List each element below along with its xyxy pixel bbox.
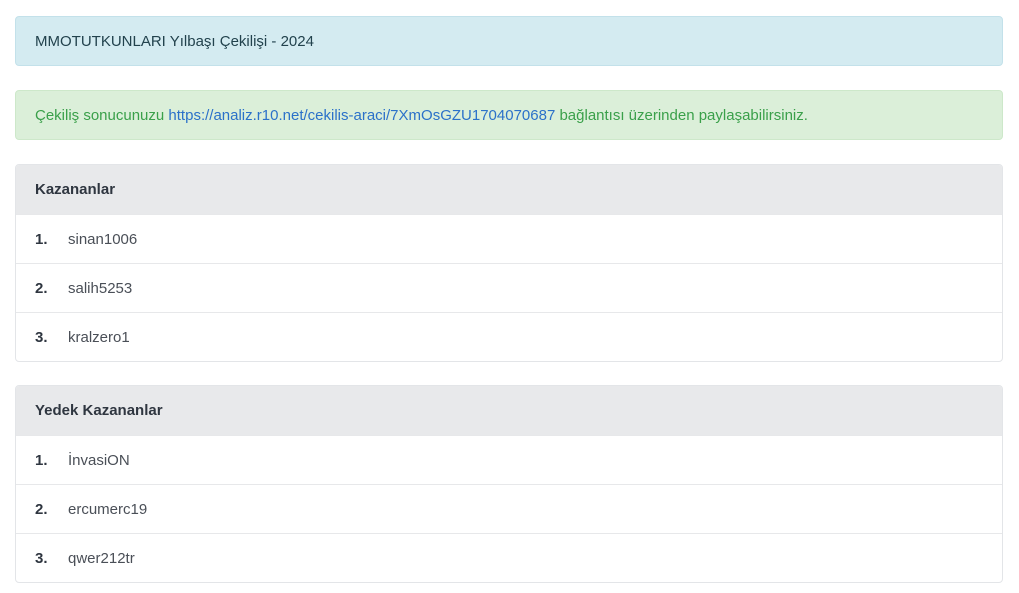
winners-card: Kazananlar 1. sinan1006 2. salih5253 3. … <box>15 164 1003 362</box>
share-suffix: bağlantısı üzerinden paylaşabilirsiniz. <box>559 106 808 124</box>
winner-rank: 3. <box>35 328 48 346</box>
backup-winner-rank: 3. <box>35 549 48 567</box>
share-result-alert: Çekiliş sonucunuzu https://analiz.r10.ne… <box>15 90 1003 140</box>
backup-winner-name: qwer212tr <box>68 549 135 567</box>
winner-row: 1. sinan1006 <box>16 214 1002 263</box>
backup-winner-name: İnvasiON <box>68 451 130 469</box>
backup-winner-row: 2. ercumerc19 <box>16 484 1002 533</box>
winner-row: 3. kralzero1 <box>16 312 1002 361</box>
result-link[interactable]: https://analiz.r10.net/cekilis-araci/7Xm… <box>168 107 555 124</box>
winner-rank: 2. <box>35 279 48 297</box>
winner-name: kralzero1 <box>68 328 130 346</box>
backup-winners-heading: Yedek Kazananlar <box>16 386 1002 435</box>
winner-rank: 1. <box>35 230 48 248</box>
share-prefix: Çekiliş sonucunuzu <box>35 106 165 124</box>
backup-winner-row: 3. qwer212tr <box>16 533 1002 582</box>
backup-winner-name: ercumerc19 <box>68 500 148 518</box>
backup-winners-card: Yedek Kazananlar 1. İnvasiON 2. ercumerc… <box>15 385 1003 583</box>
backup-winner-row: 1. İnvasiON <box>16 435 1002 484</box>
raffle-title-alert: MMOTUTKUNLARI Yılbaşı Çekilişi - 2024 <box>15 16 1003 66</box>
winners-heading: Kazananlar <box>16 165 1002 214</box>
winner-row: 2. salih5253 <box>16 263 1002 312</box>
winner-name: salih5253 <box>68 279 133 297</box>
backup-winner-rank: 1. <box>35 451 48 469</box>
raffle-title: MMOTUTKUNLARI Yılbaşı Çekilişi - 2024 <box>35 32 314 50</box>
backup-winner-rank: 2. <box>35 500 48 518</box>
winner-name: sinan1006 <box>68 230 138 248</box>
